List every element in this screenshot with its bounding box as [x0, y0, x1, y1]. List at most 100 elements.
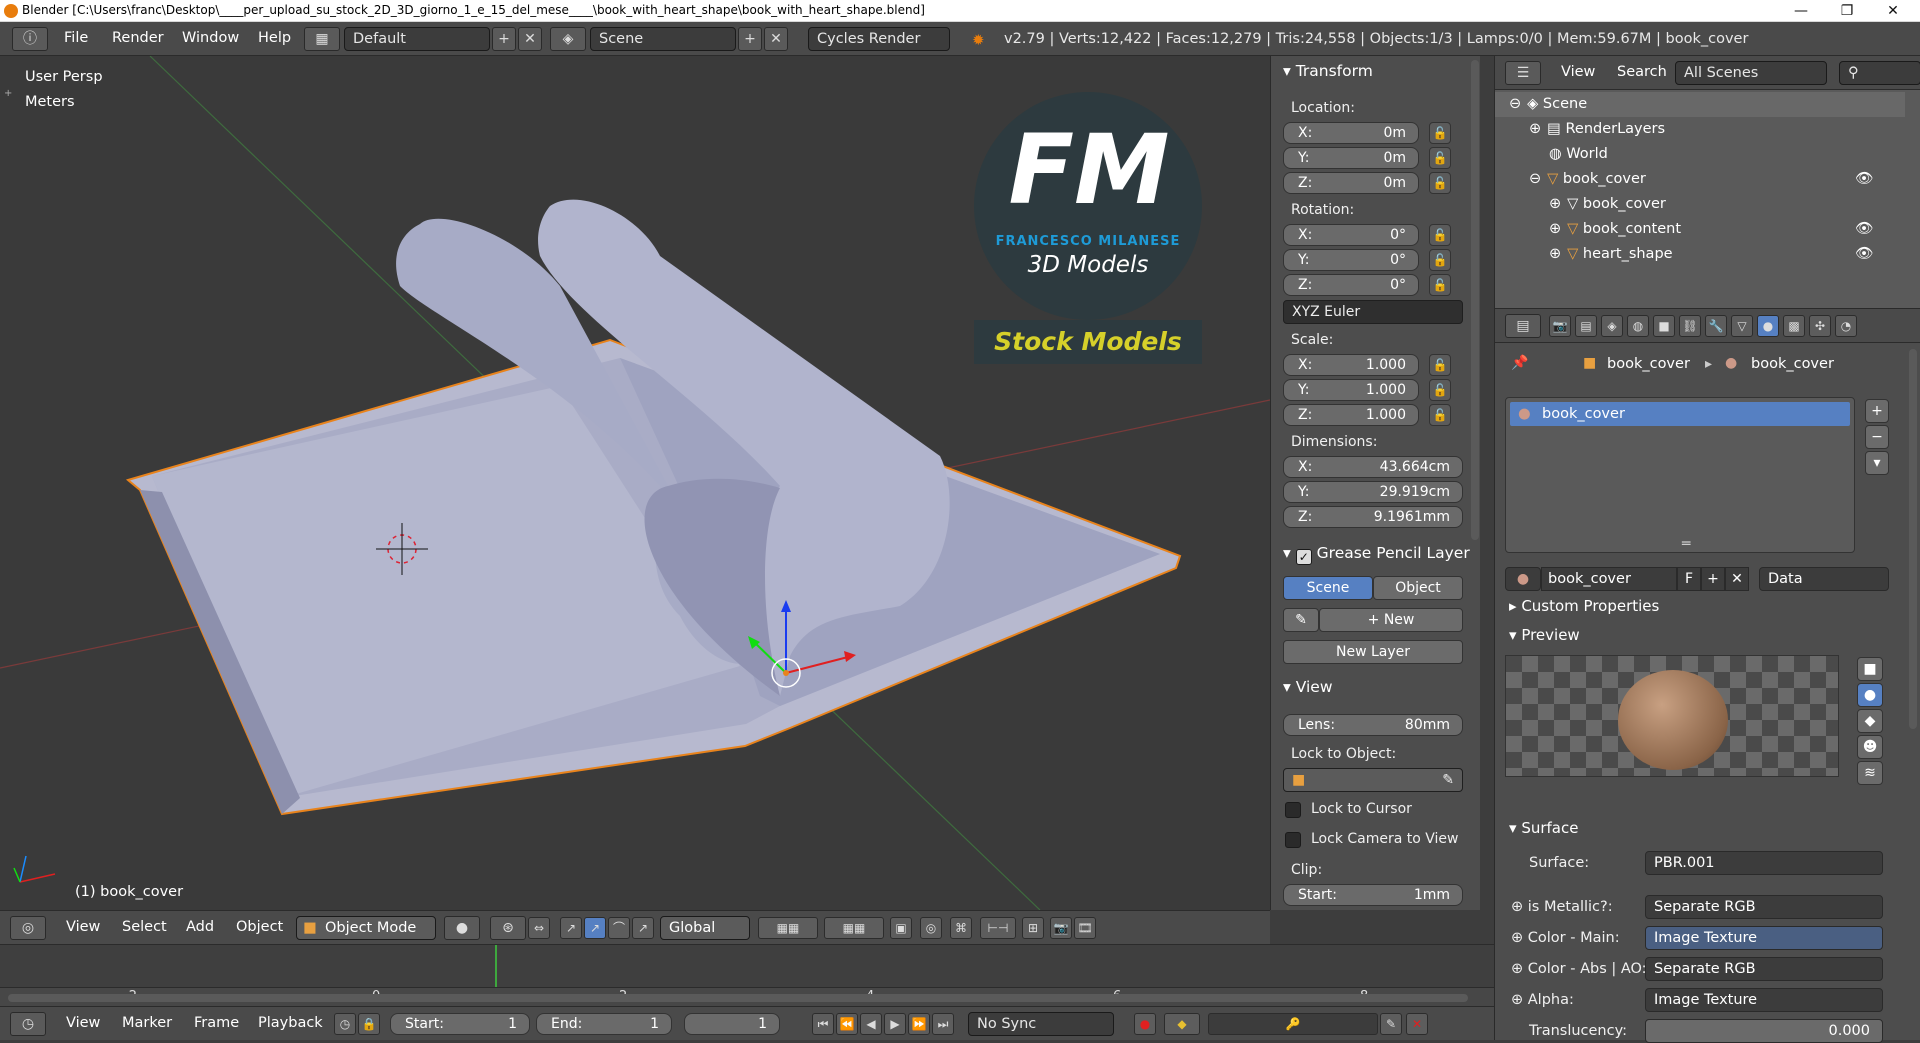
remove-slot-button[interactable]: − [1865, 425, 1889, 449]
outliner-row-book-cover-mesh[interactable]: ⊕ ▽ book_cover [1495, 192, 1905, 217]
outliner-editor-icon[interactable]: ☰ [1505, 61, 1541, 85]
breadcrumb-material[interactable]: book_cover [1751, 356, 1834, 372]
scale-y-field[interactable]: Y: 1.000 [1283, 379, 1419, 401]
outliner-search-input[interactable]: ⚲ [1839, 61, 1920, 85]
scale-z-field[interactable]: Z: 1.000 [1283, 404, 1419, 426]
rotation-mode-select[interactable]: XYZ Euler [1283, 300, 1463, 324]
constraint-tab-icon[interactable]: ⛓ [1679, 315, 1701, 337]
view3d-menu-add[interactable]: Add [186, 919, 214, 935]
particles-tab-icon[interactable]: ✣ [1809, 315, 1831, 337]
transform-header[interactable]: ▾ Transform [1271, 58, 1471, 84]
proportional-edit-icon[interactable]: ◎ [920, 917, 942, 939]
object-tab-icon[interactable]: ■ [1653, 315, 1675, 337]
timeline-menu-marker[interactable]: Marker [122, 1015, 172, 1031]
outliner-row-heart-shape[interactable]: ⊕ ▽ heart_shape 👁 [1495, 242, 1905, 267]
menu-file[interactable]: File [64, 30, 88, 46]
surface-header[interactable]: ▾ Surface [1509, 819, 1578, 837]
minimize-button[interactable]: — [1778, 0, 1824, 22]
input-metallic-select[interactable]: Separate RGB [1645, 895, 1883, 919]
view3d-menu-object[interactable]: Object [236, 919, 283, 935]
preview-flat-icon[interactable]: ■ [1857, 657, 1883, 681]
texture-tab-icon[interactable]: ▩ [1783, 315, 1805, 337]
keying-set-icon[interactable]: ◆ [1164, 1013, 1200, 1035]
input-color-abs-select[interactable]: Separate RGB [1645, 957, 1883, 981]
clip-start-field[interactable]: Start: 1mm [1283, 884, 1463, 906]
properties-editor-icon[interactable]: ▤ [1505, 314, 1541, 338]
preview-header[interactable]: ▾ Preview [1509, 626, 1580, 644]
render-tab-icon[interactable]: 📷 [1549, 315, 1571, 337]
grease-pencil-icon[interactable]: ✎ [1283, 608, 1319, 632]
world-tab-icon[interactable]: ◍ [1627, 315, 1649, 337]
physics-tab-icon[interactable]: ◔ [1835, 315, 1857, 337]
scene-selector-icon[interactable]: ◈ [550, 27, 586, 51]
record-icon[interactable]: ● [1134, 1013, 1156, 1035]
manipulator-toggle-icon[interactable]: ⇔ [528, 917, 550, 939]
editor-type-icon[interactable]: ⓘ [12, 27, 48, 51]
new-material-icon[interactable]: + [1701, 567, 1725, 591]
scene-add-icon[interactable]: + [738, 27, 762, 51]
visibility-eye-icon[interactable]: 👁 [1855, 167, 1873, 192]
snap-element-icon[interactable]: ⊢⊣ [980, 917, 1016, 939]
lock-location-z-icon[interactable]: 🔓 [1429, 172, 1451, 194]
lock-location-y-icon[interactable]: 🔓 [1429, 147, 1451, 169]
menu-help[interactable]: Help [258, 30, 291, 46]
visibility-eye-icon[interactable]: 👁 [1855, 242, 1873, 267]
add-slot-button[interactable]: + [1865, 399, 1889, 423]
end-frame-field[interactable]: End: 1 [536, 1013, 672, 1035]
toolshelf-toggle-icon[interactable]: + [4, 88, 12, 99]
3d-viewport[interactable]: User Persp Meters (1) book_cover + FM FR… [0, 56, 1270, 910]
3d-editor-type-icon[interactable]: ◎ [10, 916, 46, 940]
visibility-eye-icon[interactable]: 👁 [1855, 217, 1873, 242]
jump-start-icon[interactable]: ⏮ [812, 1013, 834, 1035]
scale-x-field[interactable]: X: 1.000 [1283, 354, 1419, 376]
input-color-main-select[interactable]: Image Texture [1645, 926, 1883, 950]
timeline-editor-icon[interactable]: ◷ [10, 1012, 46, 1036]
outliner-row-scene[interactable]: ⊖ ◈ Scene [1495, 92, 1905, 117]
orientation-select[interactable]: Global [660, 916, 750, 940]
layer-lock-icon[interactable]: ▣ [890, 917, 912, 939]
lock-camera-checkbox[interactable] [1285, 832, 1301, 848]
material-browse-icon[interactable]: ● [1505, 567, 1541, 591]
preview-range-icon[interactable]: ◷ [334, 1013, 356, 1035]
layout-field[interactable]: Default [344, 27, 490, 51]
outliner-row-book-content[interactable]: ⊕ ▽ book_content 👁 [1495, 217, 1905, 242]
outliner-row-renderlayers[interactable]: ⊕ ▤ RenderLayers [1495, 117, 1905, 142]
material-slot-list[interactable]: ● book_cover ═ [1505, 397, 1855, 553]
pin-icon[interactable]: 📌 [1511, 355, 1528, 371]
lock-rotation-x-icon[interactable]: 🔓 [1429, 224, 1451, 246]
manipulator-extra-icon[interactable]: ↗ [632, 917, 654, 939]
maximize-button[interactable]: ❐ [1824, 0, 1870, 22]
scale-manipulator-icon[interactable]: ⌒ [608, 917, 630, 939]
fake-user-button[interactable]: F [1677, 567, 1701, 591]
sync-select[interactable]: No Sync [968, 1012, 1114, 1036]
lens-field[interactable]: Lens: 80mm [1283, 714, 1463, 736]
rotate-manipulator-icon[interactable]: ↗ [584, 917, 606, 939]
opengl-anim-icon[interactable]: 🎞 [1074, 917, 1096, 939]
menu-render[interactable]: Render [112, 30, 164, 46]
lock-rotation-z-icon[interactable]: 🔓 [1429, 274, 1451, 296]
outliner-menu-search[interactable]: Search [1617, 64, 1667, 80]
lock-cursor-checkbox[interactable] [1285, 802, 1301, 818]
custom-properties-header[interactable]: ▸ Custom Properties [1509, 597, 1659, 615]
grease-new-button[interactable]: + New [1319, 608, 1463, 632]
grease-pencil-checkbox[interactable]: ✓ [1295, 549, 1312, 565]
current-frame-marker[interactable] [495, 945, 497, 987]
close-button[interactable]: ✕ [1870, 0, 1916, 22]
location-x-field[interactable]: X: 0m [1283, 122, 1419, 144]
rotation-z-field[interactable]: Z: 0° [1283, 274, 1419, 296]
jump-keyframe-back-icon[interactable]: ⏪ [836, 1013, 858, 1035]
input-alpha-select[interactable]: Image Texture [1645, 988, 1883, 1012]
translate-manipulator-icon[interactable]: ↗ [560, 917, 582, 939]
dimensions-z-field[interactable]: Z: 9.1961mm [1283, 506, 1463, 528]
preview-cube-icon[interactable]: ◆ [1857, 709, 1883, 733]
lock-range-icon[interactable]: 🔒 [358, 1013, 380, 1035]
material-slot-item[interactable]: ● book_cover [1510, 402, 1850, 426]
input-translucency-field[interactable]: 0.000 [1645, 1019, 1883, 1043]
lock-scale-x-icon[interactable]: 🔓 [1429, 354, 1451, 376]
slot-menu-button[interactable]: ▾ [1865, 451, 1889, 475]
play-reverse-icon[interactable]: ◀ [860, 1013, 882, 1035]
timeline-menu-frame[interactable]: Frame [194, 1015, 239, 1031]
scene-remove-icon[interactable]: ✕ [764, 27, 788, 51]
pivot-point-icon[interactable]: ⊛ [490, 916, 526, 940]
viewport-shading-icon[interactable]: ● [444, 916, 480, 940]
